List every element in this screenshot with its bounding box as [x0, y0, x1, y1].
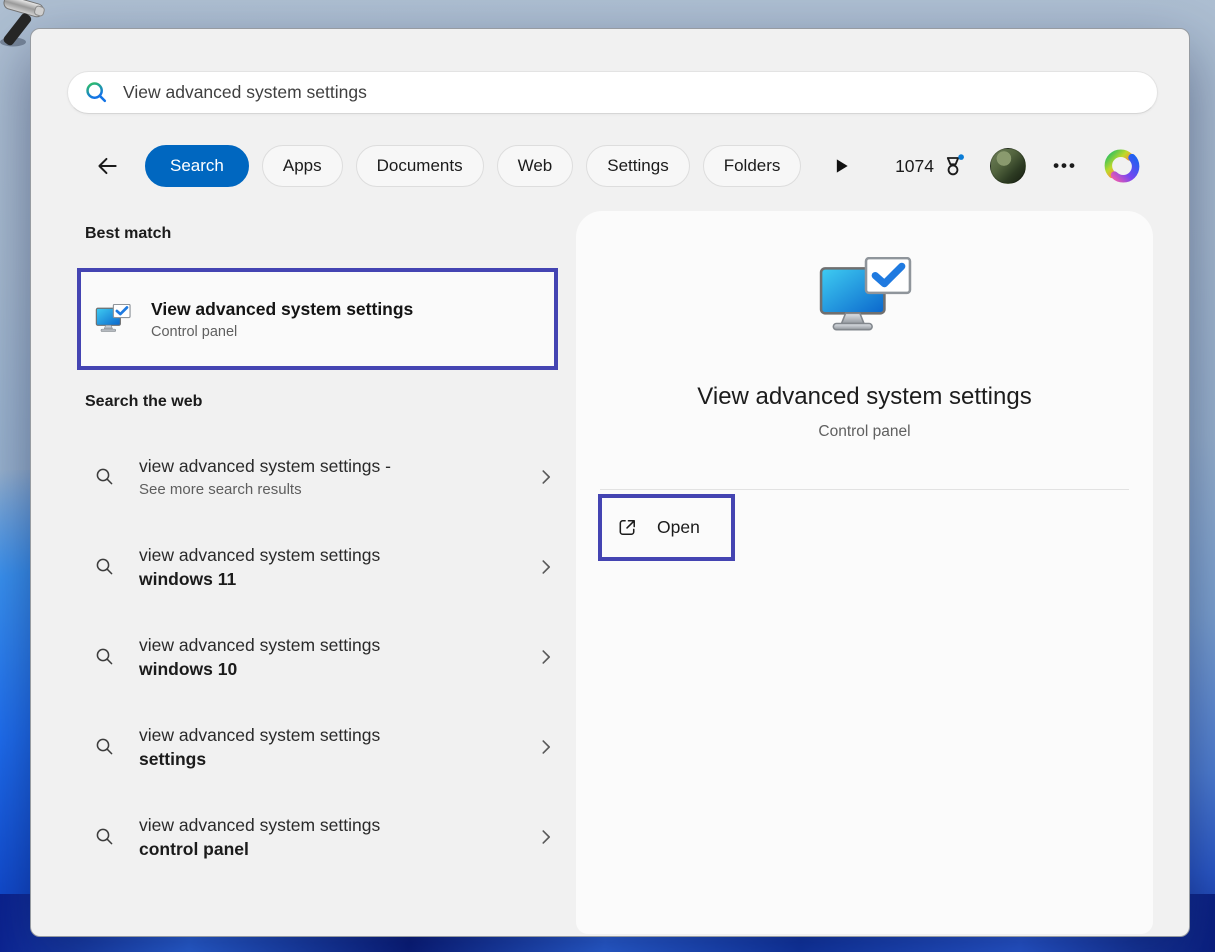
suggestion-text: view advanced system settings - See more…	[139, 454, 391, 500]
suggestion-line1: view advanced system settings	[139, 633, 380, 658]
suggestion-line1: view advanced system settings	[139, 543, 380, 568]
tab-web[interactable]: Web	[497, 145, 574, 187]
best-match-text: View advanced system settings Control pa…	[151, 299, 413, 340]
web-suggestion-row[interactable]: view advanced system settings - See more…	[85, 439, 559, 515]
magnifier-icon	[93, 735, 117, 759]
rewards-points: 1074	[895, 156, 934, 177]
web-suggestion-row[interactable]: view advanced system settings settings	[85, 709, 559, 785]
play-button[interactable]	[829, 154, 853, 178]
search-bar[interactable]	[67, 71, 1158, 114]
suggestion-text: view advanced system settings control pa…	[139, 813, 380, 862]
open-button-label: Open	[657, 517, 700, 538]
magnifier-icon	[93, 645, 117, 669]
search-icon	[84, 80, 109, 105]
suggestion-line2: windows 11	[139, 567, 380, 592]
tab-folders[interactable]: Folders	[703, 145, 802, 187]
suggestion-line2: windows 10	[139, 657, 380, 682]
rewards-trophy-icon	[940, 153, 966, 179]
suggestion-text: view advanced system settings windows 11	[139, 543, 380, 592]
search-the-web-header: Search the web	[85, 393, 202, 411]
search-input[interactable]	[123, 82, 1141, 103]
chevron-right-icon	[535, 466, 557, 488]
chevron-right-icon	[535, 826, 557, 848]
chevron-right-icon	[535, 556, 557, 578]
magnifier-icon	[93, 465, 117, 489]
open-button[interactable]: Open	[602, 498, 731, 557]
web-suggestion-row[interactable]: view advanced system settings control pa…	[85, 799, 559, 875]
suggestion-line2: settings	[139, 747, 380, 772]
tab-documents[interactable]: Documents	[356, 145, 484, 187]
tab-row-right-cluster: 1074 •••	[829, 143, 1142, 189]
back-button[interactable]	[87, 145, 127, 187]
suggestion-line1: view advanced system settings	[139, 723, 380, 748]
best-match-title: View advanced system settings	[151, 299, 413, 320]
web-suggestion-row[interactable]: view advanced system settings windows 10	[85, 619, 559, 695]
suggestion-text: view advanced system settings settings	[139, 723, 380, 772]
rewards-button[interactable]: 1074	[895, 153, 966, 179]
open-annotation-box: Open	[598, 494, 735, 561]
arrow-left-icon	[94, 153, 120, 179]
best-match-header: Best match	[85, 225, 171, 243]
suggestion-text: view advanced system settings windows 10	[139, 633, 380, 682]
detail-subtitle: Control panel	[576, 423, 1153, 441]
best-match-result[interactable]: View advanced system settings Control pa…	[81, 272, 554, 366]
divider	[600, 489, 1129, 490]
best-match-annotation-box: View advanced system settings Control pa…	[77, 268, 558, 370]
chevron-right-icon	[535, 646, 557, 668]
suggestion-line2: control panel	[139, 837, 380, 862]
suggestion-line1: view advanced system settings	[139, 813, 380, 838]
external-link-icon	[616, 516, 639, 539]
tab-apps[interactable]: Apps	[262, 145, 343, 187]
chevron-right-icon	[535, 736, 557, 758]
monitor-check-icon	[95, 304, 131, 335]
filter-tab-row: Search Apps Documents Web Settings Folde…	[87, 143, 814, 189]
tab-search[interactable]: Search	[145, 145, 249, 187]
result-detail-panel: View advanced system settings Control pa…	[576, 211, 1153, 934]
copilot-icon	[1102, 146, 1142, 186]
play-icon	[831, 156, 851, 176]
search-flyout-window: Search Apps Documents Web Settings Folde…	[30, 28, 1190, 937]
copilot-button[interactable]	[1102, 146, 1142, 186]
suggestion-line2: See more search results	[139, 479, 391, 500]
detail-title: View advanced system settings	[576, 383, 1153, 411]
desktop: Search Apps Documents Web Settings Folde…	[0, 0, 1215, 952]
web-suggestion-row[interactable]: view advanced system settings windows 11	[85, 529, 559, 605]
best-match-subtitle: Control panel	[151, 324, 413, 340]
magnifier-icon	[93, 825, 117, 849]
more-options-button[interactable]: •••	[1048, 149, 1082, 183]
suggestion-line1: view advanced system settings -	[139, 454, 391, 479]
magnifier-icon	[93, 555, 117, 579]
user-avatar[interactable]	[990, 148, 1026, 184]
tab-settings[interactable]: Settings	[586, 145, 689, 187]
hammer-cursor-icon	[0, 0, 59, 62]
monitor-check-icon-large	[818, 257, 912, 344]
